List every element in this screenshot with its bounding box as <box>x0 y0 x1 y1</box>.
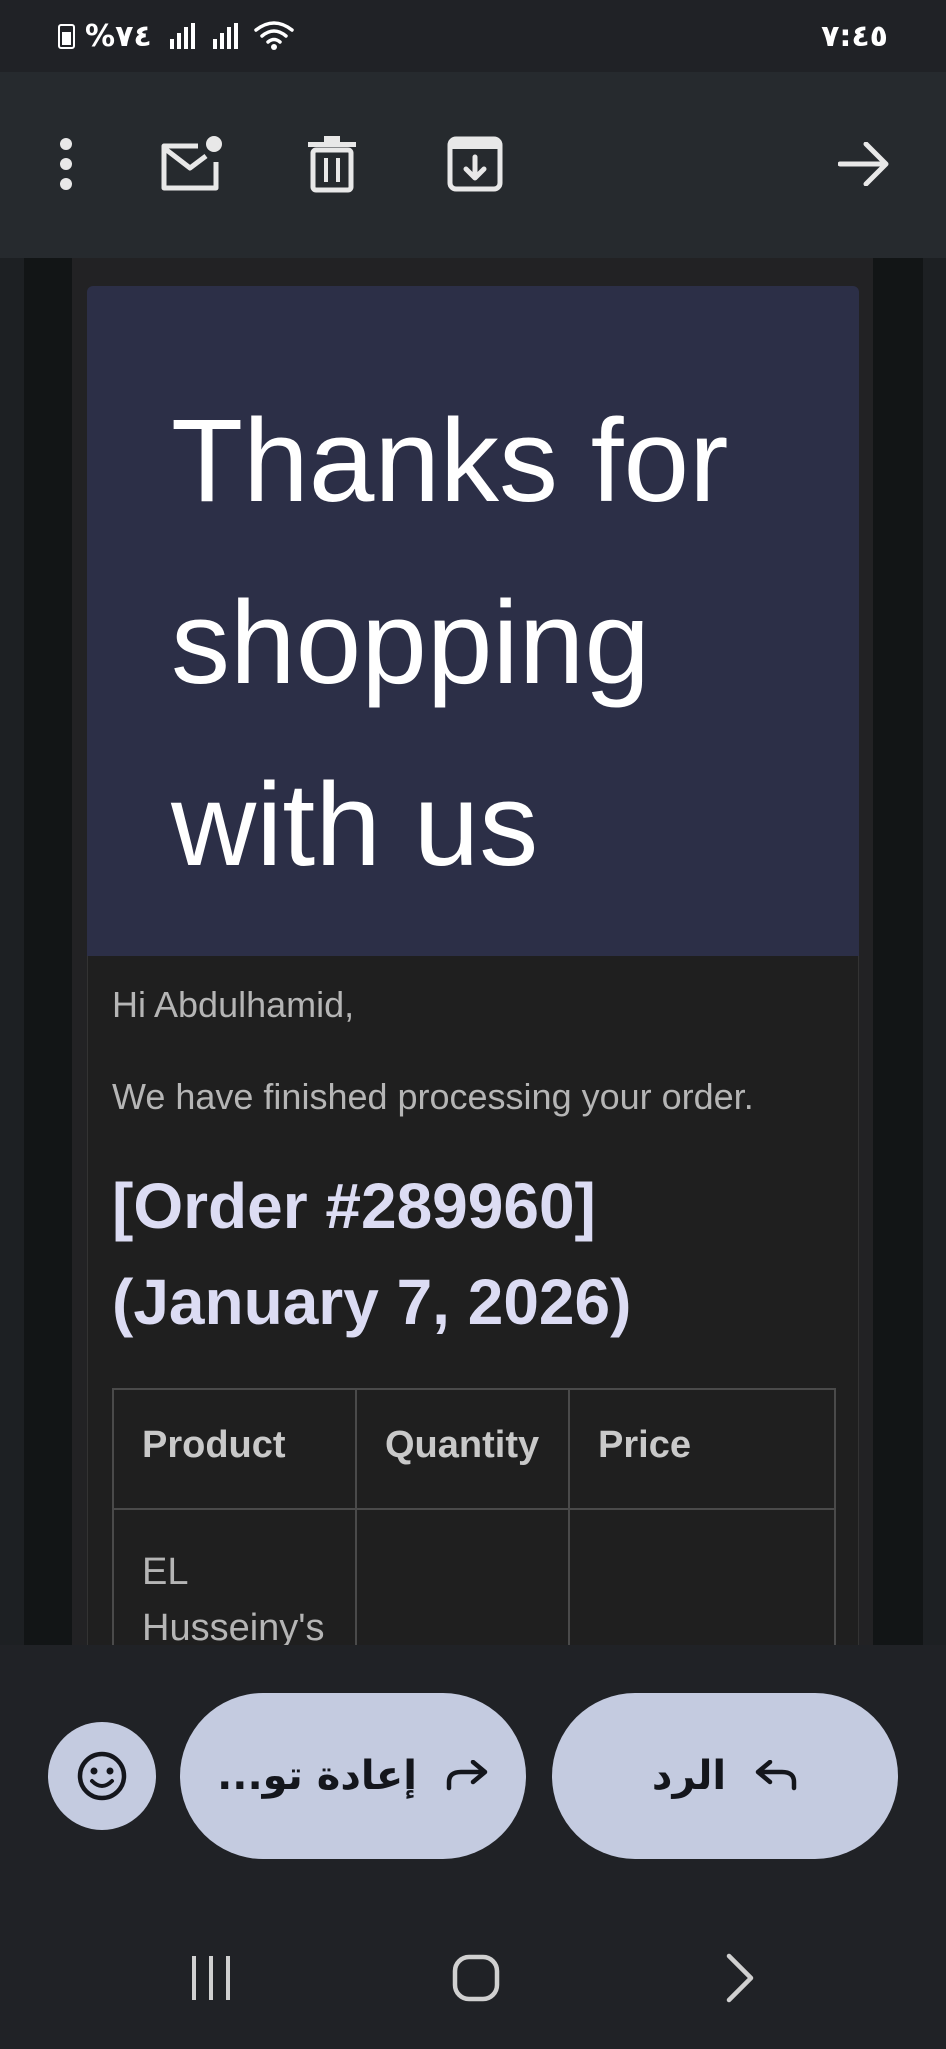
home-icon <box>452 1954 500 2002</box>
smiley-icon <box>77 1751 127 1801</box>
header-quantity: Quantity <box>355 1388 570 1510</box>
recent-apps-icon <box>192 1956 230 2000</box>
forward-icon <box>446 1760 488 1791</box>
forward-button[interactable]: إعادة تو... <box>180 1693 526 1859</box>
header-price: Price <box>568 1388 836 1510</box>
greeting-text: Hi Abdulhamid, <box>112 984 355 1025</box>
archive-icon <box>447 136 503 192</box>
signal-icon-2 <box>212 23 238 49</box>
bottom-action-bar: إعادة تو... الرد <box>0 1645 946 2049</box>
more-options-button[interactable] <box>28 126 104 202</box>
email-message-area: Hi Abdulhamid, We have finished processi… <box>87 956 859 1645</box>
email-toolbar <box>0 72 946 258</box>
table-header-row: Product Quantity Price <box>112 1388 836 1510</box>
cell-quantity <box>355 1508 570 1645</box>
header-product: Product <box>112 1388 357 1510</box>
recent-apps-button[interactable] <box>186 1948 236 2008</box>
email-hero-banner: Thanks for shopping with us <box>87 286 859 956</box>
battery-percent: %٧٤ <box>85 18 152 54</box>
wifi-icon <box>253 21 294 50</box>
home-button[interactable] <box>448 1948 504 2008</box>
delete-button[interactable] <box>294 126 370 202</box>
email-body: Thanks for shopping with us Hi Abdulhami… <box>87 286 859 1645</box>
status-left: %٧٤ <box>58 19 294 54</box>
battery-icon <box>58 23 75 49</box>
signal-icon <box>169 23 195 49</box>
next-email-button[interactable] <box>826 126 902 202</box>
mark-unread-button[interactable] <box>153 126 229 202</box>
forward-arrow-icon <box>838 142 889 186</box>
order-table: Product Quantity Price EL Husseiny's <box>112 1388 836 1645</box>
chevron-right-icon <box>726 1953 754 2003</box>
hero-title: Thanks for shopping with us <box>171 395 729 891</box>
order-heading: [Order #289960] (January 7, 2026) <box>112 1170 632 1338</box>
reply-button[interactable]: الرد <box>552 1693 898 1859</box>
forward-label: إعادة تو... <box>217 1753 417 1799</box>
status-bar: %٧٤ ٧:٤٥ <box>0 0 946 72</box>
delete-icon <box>308 136 356 193</box>
reply-icon <box>755 1760 797 1791</box>
reply-label: الرد <box>651 1753 727 1799</box>
back-button[interactable] <box>720 1948 760 2008</box>
table-row: EL Husseiny's <box>112 1508 836 1645</box>
more-vert-icon <box>60 138 72 190</box>
cell-price <box>568 1508 836 1645</box>
emoji-reaction-button[interactable] <box>48 1722 156 1830</box>
mark-unread-icon <box>161 136 222 191</box>
archive-button[interactable] <box>437 126 513 202</box>
processing-message: We have finished processing your order. <box>112 1076 754 1117</box>
clock: ٧:٤٥ <box>821 18 888 54</box>
email-content[interactable]: Thanks for shopping with us Hi Abdulhami… <box>0 258 946 1645</box>
cell-product: EL Husseiny's <box>112 1508 357 1645</box>
